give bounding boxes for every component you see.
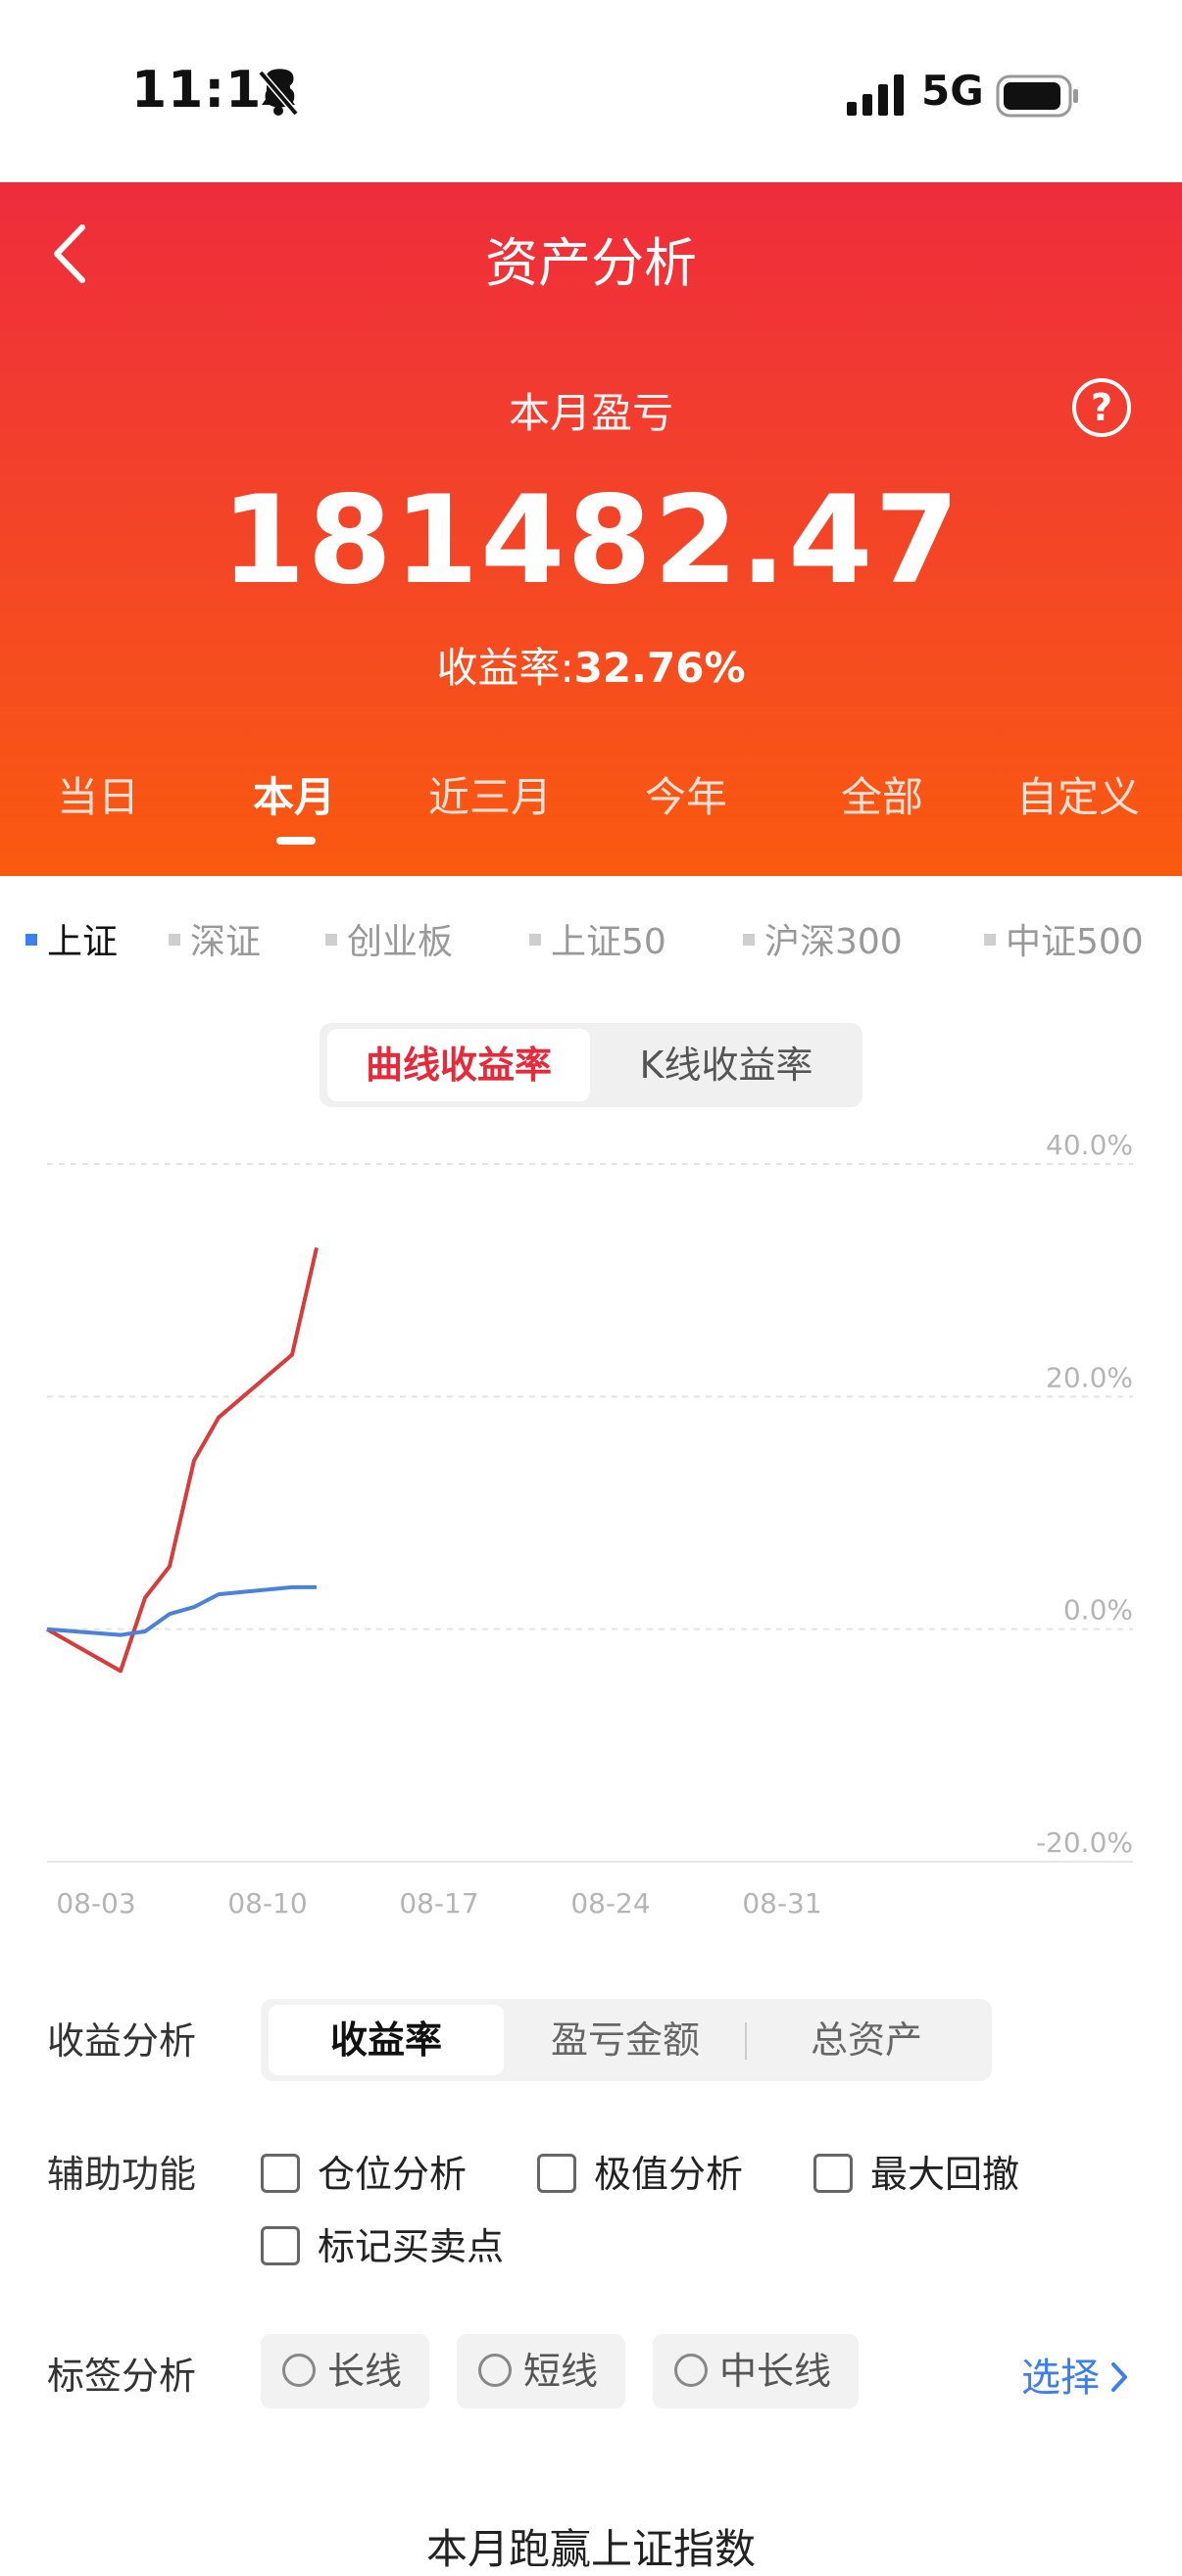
checkbox-icon (813, 2153, 853, 2193)
pnl-amount: 181482.47 (221, 470, 961, 611)
extreme-analysis-checkbox[interactable]: 极值分析 (537, 2144, 743, 2198)
legend-square-icon (529, 934, 541, 946)
radio-icon (674, 2353, 708, 2387)
x-tick-label: 08-31 (742, 1887, 821, 1920)
tag-short-term[interactable]: 短线 (457, 2334, 625, 2408)
y-tick-label: 0.0% (1063, 1594, 1133, 1627)
divider (745, 2022, 747, 2060)
tag-label: 长线 (327, 2350, 403, 2393)
y-tick-label: 40.0% (1046, 1129, 1133, 1161)
tab-all[interactable]: 全部 (784, 764, 980, 824)
tag-mid-long-term[interactable]: 中长线 (653, 2334, 859, 2408)
checkbox-icon (261, 2225, 300, 2265)
index-tab-label: 深证 (190, 922, 262, 962)
checkbox-icon (537, 2153, 576, 2193)
legend-square-icon (169, 934, 180, 946)
index-tabs: 上证 深证 创业板 上证50 沪深300 中证500 (0, 913, 1182, 972)
checkbox-label: 最大回撤 (870, 2153, 1020, 2196)
beat-index-title: 本月跑赢上证指数 (425, 2525, 756, 2573)
income-analysis-tabs: 收益率 盈亏金额 总资产 (261, 1999, 992, 2081)
x-tick-label: 08-24 (570, 1887, 650, 1920)
return-rate-label: 收益率: (436, 644, 574, 692)
x-tick-label: 08-03 (56, 1887, 135, 1920)
tab-this-year[interactable]: 今年 (588, 764, 784, 824)
checkbox-label: 仓位分析 (318, 2153, 468, 2196)
network-label: 5G (921, 67, 984, 115)
legend-square-icon (984, 934, 996, 946)
legend-square-icon (25, 934, 37, 946)
legend-square-icon (325, 934, 337, 946)
select-label: 选择 (1021, 2356, 1100, 2401)
position-analysis-checkbox[interactable]: 仓位分析 (261, 2144, 467, 2198)
tag-long-term[interactable]: 长线 (261, 2334, 429, 2408)
index-tab-sh[interactable]: 上证 (25, 913, 118, 964)
x-tick-label: 08-10 (227, 1887, 307, 1920)
index-tab-sh50[interactable]: 上证50 (529, 913, 666, 964)
kline-return-button[interactable]: K线收益率 (596, 1029, 857, 1101)
checkbox-icon (261, 2153, 300, 2193)
tab-three-months[interactable]: 近三月 (392, 764, 588, 824)
tab-today[interactable]: 当日 (0, 764, 196, 824)
battery-icon (996, 74, 1078, 118)
legend-square-icon (743, 934, 755, 946)
status-bar: 11:18 5G (0, 0, 1182, 182)
tag-analysis-label: 标签分析 (47, 2355, 197, 2398)
portfolio-return-line (46, 1246, 319, 1674)
tab-pnl-amount[interactable]: 盈亏金额 (508, 2005, 743, 2075)
index-tab-hs300[interactable]: 沪深300 (743, 913, 903, 964)
index-tab-sz[interactable]: 深证 (169, 913, 261, 964)
tab-this-month[interactable]: 本月 (196, 764, 392, 824)
index-tab-label: 中证500 (1006, 922, 1144, 962)
tab-total-assets[interactable]: 总资产 (749, 2005, 984, 2075)
bell-slash-icon (258, 70, 299, 117)
tab-custom[interactable]: 自定义 (980, 764, 1176, 824)
aux-function-label: 辅助功能 (47, 2153, 197, 2196)
curve-return-button[interactable]: 曲线收益率 (327, 1029, 590, 1101)
checkbox-label: 极值分析 (594, 2153, 744, 2196)
index-tab-label: 创业板 (347, 922, 454, 962)
select-tags-link[interactable]: 选择 (1021, 2346, 1131, 2403)
index-tab-label: 上证 (47, 922, 119, 962)
x-tick-label: 08-17 (399, 1887, 478, 1920)
index-tab-label: 沪深300 (764, 922, 903, 962)
page-title: 资产分析 (485, 232, 697, 294)
return-rate-value: 32.76% (573, 644, 746, 692)
chart-type-toggle: 曲线收益率 K线收益率 (320, 1023, 862, 1107)
period-tabs: 当日 本月 近三月 今年 全部 自定义 (0, 764, 1182, 862)
tab-return-rate[interactable]: 收益率 (269, 2005, 504, 2075)
chevron-right-icon (1111, 2362, 1127, 2392)
index-tab-zz500[interactable]: 中证500 (984, 913, 1144, 964)
checkbox-label: 标记买卖点 (318, 2225, 505, 2268)
tag-label: 短线 (523, 2350, 599, 2393)
return-chart: 40.0% 20.0% 0.0% -20.0% 08-03 08-10 08-17 08-24… (46, 1129, 1133, 1920)
max-drawdown-checkbox[interactable]: 最大回撤 (813, 2144, 1019, 2198)
y-tick-label: 20.0% (1046, 1361, 1133, 1393)
index-tab-cyb[interactable]: 创业板 (325, 913, 453, 964)
radio-icon (478, 2353, 512, 2387)
index-tab-label: 上证50 (551, 922, 666, 962)
signal-bars-icon (847, 74, 904, 116)
radio-icon (282, 2353, 316, 2387)
y-tick-label: -20.0% (1036, 1826, 1133, 1859)
month-pnl-label: 本月盈亏 (508, 389, 673, 437)
mark-trades-checkbox[interactable]: 标记买卖点 (261, 2216, 504, 2270)
index-return-line (46, 1584, 317, 1637)
income-analysis-label: 收益分析 (47, 2019, 197, 2063)
return-rate: 收益率:32.76% (0, 635, 1182, 695)
tag-label: 中长线 (719, 2350, 832, 2393)
active-tab-indicator (276, 837, 316, 845)
